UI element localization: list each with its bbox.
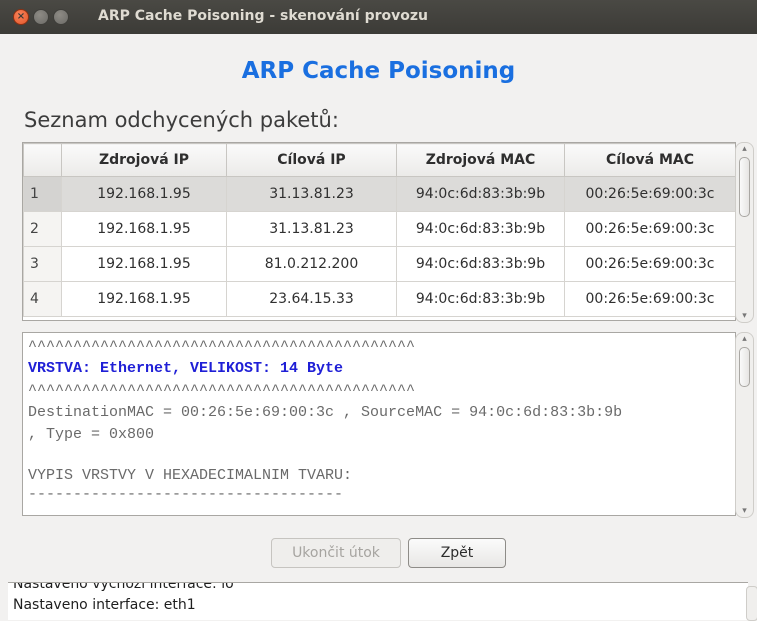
window-minimize-button[interactable] [33,9,49,25]
log-scrollbar[interactable] [746,586,757,621]
cell-source-ip: 192.168.1.95 [61,211,227,247]
log-line: Nastaveno výchozí interface: lo [13,582,234,592]
scroll-up-icon[interactable]: ▴ [739,334,750,344]
detail-layer-heading: VRSTVA: Ethernet, VELIKOST: 14 Byte [28,360,344,377]
window-maximize-button[interactable] [53,9,69,25]
column-header-index[interactable] [23,143,62,177]
detail-separator: ^^^^^^^^^^^^^^^^^^^^^^^^^^^^^^^^^^^^^^^^… [28,382,416,399]
app-title: ARP Cache Poisoning [241,58,516,84]
table-row[interactable]: 3 192.168.1.95 81.0.212.200 94:0c:6d:83:… [23,246,735,282]
cell-source-ip: 192.168.1.95 [61,176,227,212]
detail-hex-heading: VYPIS VRSTVY V HEXADECIMALNIM TVARU: [28,467,353,484]
cell-source-ip: 192.168.1.95 [61,281,227,317]
cell-destination-mac: 00:26:5e:69:00:3c [564,246,735,282]
stop-attack-button[interactable]: Ukončit útok [271,538,401,568]
packets-list-label: Seznam odchycených paketů: [24,108,339,132]
row-index: 3 [23,246,62,282]
detail-scrollbar-thumb[interactable] [739,347,750,387]
detail-dashes: ----------------------------------- [28,486,344,503]
table-row[interactable]: 1 192.168.1.95 31.13.81.23 94:0c:6d:83:3… [23,176,735,212]
row-index: 1 [23,176,62,212]
table-row[interactable]: 2 192.168.1.95 31.13.81.23 94:0c:6d:83:3… [23,211,735,247]
close-icon: × [16,11,26,22]
log-line: Nastaveno interface: eth1 [13,597,196,613]
cell-source-mac: 94:0c:6d:83:3b:9b [396,211,565,247]
cell-destination-ip: 23.64.15.33 [226,281,397,317]
window-titlebar: × ARP Cache Poisoning - skenování provoz… [0,0,757,34]
cell-source-mac: 94:0c:6d:83:3b:9b [396,281,565,317]
packets-table: Zdrojová IP Cílová IP Zdrojová MAC Cílov… [22,142,736,321]
row-index: 4 [23,281,62,317]
table-header-row: Zdrojová IP Cílová IP Zdrojová MAC Cílov… [23,143,735,177]
column-header-destination-mac[interactable]: Cílová MAC [564,143,735,177]
column-header-source-mac[interactable]: Zdrojová MAC [396,143,565,177]
scroll-down-icon[interactable]: ▾ [739,311,750,321]
table-scrollbar[interactable]: ▴ ▾ [735,142,754,323]
window-title: ARP Cache Poisoning - skenování provozu [98,8,429,24]
column-header-source-ip[interactable]: Zdrojová IP [61,143,227,177]
scroll-up-icon[interactable]: ▴ [739,144,750,154]
scroll-down-icon[interactable]: ▾ [739,506,750,516]
cell-source-ip: 192.168.1.95 [61,246,227,282]
cell-destination-mac: 00:26:5e:69:00:3c [564,211,735,247]
detail-separator: ^^^^^^^^^^^^^^^^^^^^^^^^^^^^^^^^^^^^^^^^… [28,338,416,355]
packet-detail-text[interactable]: ^^^^^^^^^^^^^^^^^^^^^^^^^^^^^^^^^^^^^^^^… [22,332,736,516]
cell-destination-ip: 81.0.212.200 [226,246,397,282]
column-header-destination-ip[interactable]: Cílová IP [226,143,397,177]
window-close-button[interactable]: × [13,9,29,25]
back-button[interactable]: Zpět [408,538,506,568]
row-index: 2 [23,211,62,247]
cell-destination-mac: 00:26:5e:69:00:3c [564,176,735,212]
cell-destination-ip: 31.13.81.23 [226,211,397,247]
detail-scrollbar[interactable]: ▴ ▾ [735,332,754,518]
table-row[interactable]: 4 192.168.1.95 23.64.15.33 94:0c:6d:83:3… [23,281,735,317]
detail-type-line: , Type = 0x800 [28,426,155,443]
cell-source-mac: 94:0c:6d:83:3b:9b [396,176,565,212]
detail-mac-line: DestinationMAC = 00:26:5e:69:00:3c , Sou… [28,404,623,421]
table-scrollbar-thumb[interactable] [739,157,750,217]
cell-destination-mac: 00:26:5e:69:00:3c [564,281,735,317]
cell-source-mac: 94:0c:6d:83:3b:9b [396,246,565,282]
log-output[interactable]: Nastaveno výchozí interface: lo Nastaven… [8,582,748,620]
cell-destination-ip: 31.13.81.23 [226,176,397,212]
